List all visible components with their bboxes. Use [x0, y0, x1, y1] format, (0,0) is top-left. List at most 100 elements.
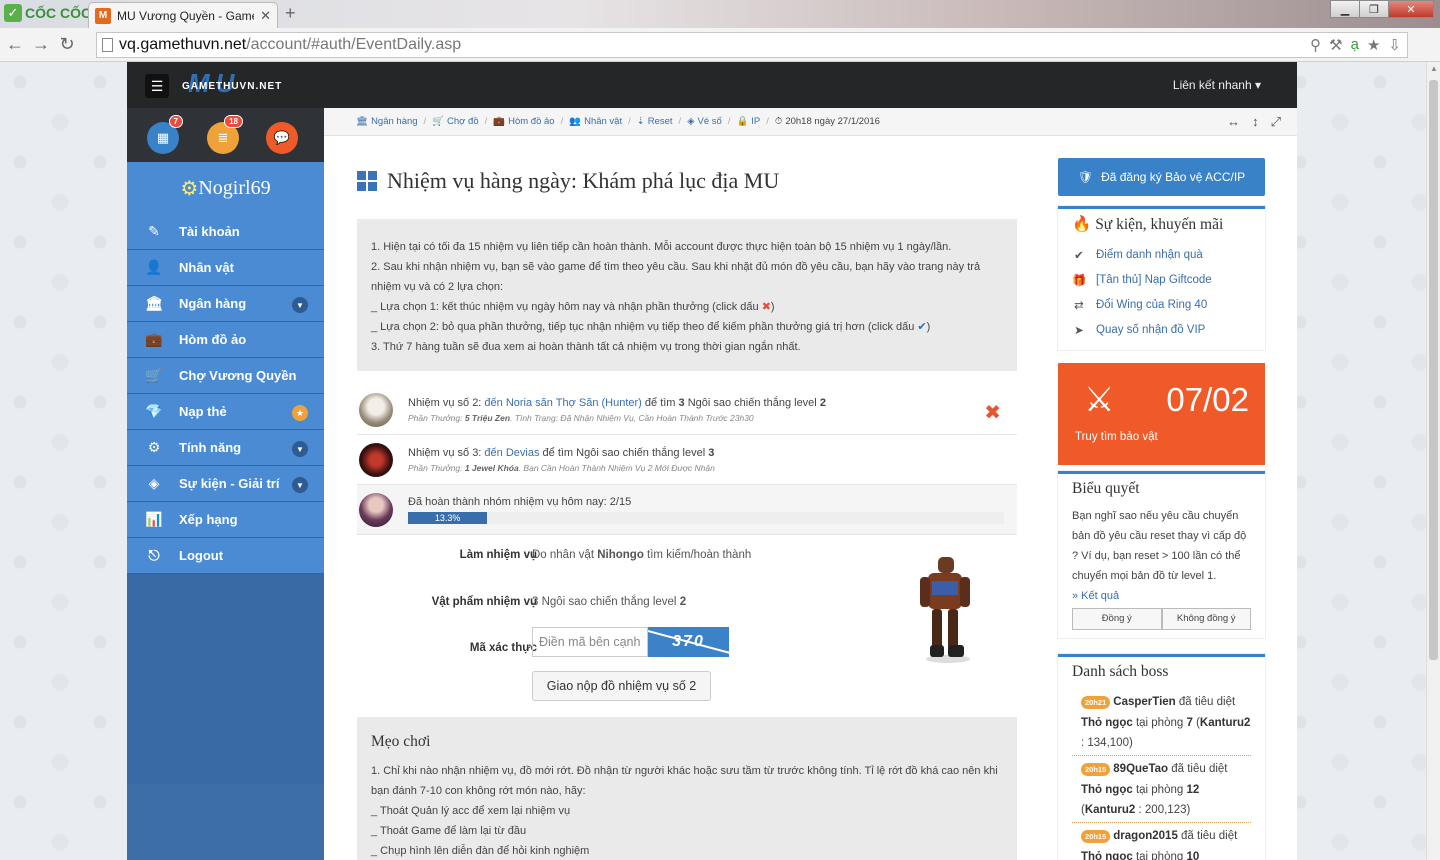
back-icon[interactable]: ← — [4, 34, 26, 55]
gift-icon: 🎁 — [1072, 274, 1087, 287]
sidebar-item-virtual-chest[interactable]: 💼 Hòm đồ ảo — [127, 322, 324, 358]
minimize-icon[interactable]: ▁ — [1330, 0, 1360, 18]
extension-icon[interactable]: ạ — [1351, 36, 1359, 54]
sidebar-item-character[interactable]: 👤 Nhân vật — [127, 250, 324, 286]
crumb-time: ⏱ 20h18 ngày 27/1/2016 — [775, 116, 880, 127]
quest-level: 2 — [819, 396, 826, 409]
event-link[interactable]: 🎁 [Tân thủ] Nạp Giftcode — [1072, 267, 1251, 292]
boss-map: Kanturu2 — [1084, 804, 1136, 816]
address-bar: ← → ↻ vq.gamethuvn.net/account/#auth/Eve… — [0, 28, 1440, 83]
event-link[interactable]: ⇄ Đổi Wing của Ring 40 — [1072, 292, 1251, 317]
site-logo[interactable]: MU GAMETHUVN.NET — [182, 68, 288, 100]
chat-icon[interactable]: 💬 — [266, 122, 298, 154]
bookmark-star-icon[interactable]: ★ — [1367, 36, 1380, 54]
chevron-down-icon[interactable]: ▼ — [292, 477, 308, 493]
crumb-lottery[interactable]: ◈ Vé số — [687, 116, 722, 127]
crumb-label: Reset — [647, 116, 673, 127]
page-scrollbar[interactable]: ▲ — [1426, 62, 1440, 860]
reward-value: 1 Jewel Khóa — [464, 462, 519, 473]
fullscreen-icon[interactable]: ⤢ — [1271, 114, 1281, 130]
reward-value: 5 Triệu Zen — [464, 412, 511, 423]
tab-close-icon[interactable]: ✕ — [260, 8, 271, 24]
crumb-reset[interactable]: ⇣ Reset — [637, 116, 673, 127]
star-icon: ★ — [292, 405, 308, 421]
download-icon[interactable]: ⇩ — [1388, 36, 1401, 54]
expand-vertical-icon[interactable]: ↕ — [1252, 114, 1259, 130]
tool-icon[interactable]: ⚒ — [1329, 36, 1342, 54]
calendar-icon[interactable]: ▦ 7 — [147, 115, 183, 154]
scroll-up-icon[interactable]: ▲ — [1430, 64, 1438, 73]
character-figure — [920, 557, 970, 663]
sidebar: ▦ 7 ≣ 18 💬 ⚙ Nogirl69 ✎ Tài khoản 👤 Nhân vật … — [127, 108, 324, 860]
browser-brand: CỐC CỐC — [25, 5, 92, 21]
sidebar-item-label: Chợ Vương Quyền — [179, 368, 297, 383]
poll-yes-button[interactable]: Đồng ý — [1072, 608, 1162, 630]
quest-location-link[interactable]: đến Devias — [484, 447, 539, 459]
windows-icon — [357, 171, 377, 191]
event-icon: ◈ — [148, 475, 160, 491]
treasure-hunt-banner[interactable]: ⚔ 07/02 Truy tìm bảo vật — [1058, 363, 1265, 465]
browser-logo[interactable]: ✓ CỐC CỐC — [4, 3, 91, 23]
sidebar-item-label: Logout — [179, 548, 224, 563]
forward-icon[interactable]: → — [30, 34, 52, 55]
quest-location-link[interactable]: đến Noria săn Thợ Săn (Hunter) — [484, 397, 641, 409]
boss-entry: 20h15 89QueTao đã tiêu diệt Thỏ ngọc tại … — [1072, 756, 1251, 823]
new-tab-icon[interactable]: + — [285, 4, 301, 22]
hamburger-icon[interactable]: ☰ — [145, 74, 169, 98]
sidebar-item-bank[interactable]: 🏛 Ngân hàng ▼ — [127, 286, 324, 322]
quest-text: Nhiệm vụ số 3: đến Devias để tìm Ngôi sa… — [408, 447, 715, 459]
close-window-icon[interactable]: ✕ — [1388, 0, 1434, 18]
cancel-quest-icon[interactable]: ✖ — [984, 400, 1001, 425]
crumb-character[interactable]: 👥 Nhân vật — [569, 116, 622, 127]
username[interactable]: ⚙ Nogirl69 — [127, 162, 324, 214]
sidebar-item-logout[interactable]: ⎋ Logout — [127, 538, 324, 574]
sidebar-item-ranking[interactable]: 📊 Xếp hạng — [127, 502, 324, 538]
quick-link-dropdown[interactable]: Liên kết nhanh ▾ — [1173, 78, 1261, 92]
crumb-market[interactable]: 🛒 Chợ đồ — [432, 116, 478, 127]
crumb-chest[interactable]: 💼 Hòm đồ ảo — [493, 116, 554, 127]
user-icon: 👤 — [145, 259, 163, 275]
restore-icon[interactable]: ❐ — [1359, 0, 1389, 18]
list-icon[interactable]: ≣ 18 — [207, 115, 243, 154]
poll-no-button[interactable]: Không đồng ý — [1161, 608, 1251, 630]
zoom-icon[interactable]: ⚲ — [1310, 36, 1321, 54]
quest-list: Nhiệm vụ số 2: đến Noria săn Thợ Săn (Hu… — [357, 385, 1017, 535]
event-link[interactable]: ➤ Quay số nhận đồ VIP — [1072, 317, 1251, 342]
breadcrumb: 🏛 Ngân hàng / 🛒 Chợ đồ / 💼 Hòm đồ ảo / 👥 Nhân v… — [324, 108, 1297, 136]
coccoc-icon: ✓ — [4, 4, 22, 22]
poll-result-link[interactable]: » Kết quả — [1072, 586, 1251, 606]
time-tag: 20h21 — [1081, 696, 1111, 709]
sidebar-item-account[interactable]: ✎ Tài khoản — [127, 214, 324, 250]
crumb-ip[interactable]: 🔒 IP — [736, 116, 760, 127]
url-field[interactable]: vq.gamethuvn.net/account/#auth/EventDail… — [96, 32, 1408, 58]
page-title-text: Nhiệm vụ hàng ngày: Khám phá lục địa MU — [387, 168, 780, 193]
progress-fill: 13.3% — [408, 511, 488, 524]
sidebar-item-label: Xếp hạng — [179, 512, 238, 527]
chevron-down-icon[interactable]: ▼ — [292, 441, 308, 457]
sidebar-item-topup[interactable]: 💎 Nạp thẻ ★ — [127, 394, 324, 430]
browser-tab[interactable]: M MU Vương Quyền - Game ✕ — [88, 2, 278, 28]
event-link[interactable]: ✔ Điểm danh nhận quà — [1072, 242, 1251, 267]
quest-status: . Tình Trạng: Đã Nhận Nhiệm Vụ, Cần Hoàn… — [510, 412, 754, 423]
chevron-down-icon[interactable]: ▼ — [292, 297, 308, 313]
quest-avatar — [359, 442, 393, 477]
shield-user-icon: 🛡 — [1077, 170, 1094, 184]
sidebar-item-events[interactable]: ◈ Sự kiện - Giải trí ▼ — [127, 466, 324, 502]
sidebar-item-features[interactable]: ⚙ Tính năng ▼ — [127, 430, 324, 466]
main-content: Nhiệm vụ hàng ngày: Khám phá lục địa MU … — [343, 158, 1031, 860]
rules-box: 1. Hiện tại có tối đa 15 nhiệm vụ liên t… — [357, 219, 1017, 371]
boss-killed: đã tiêu diệt — [1175, 696, 1236, 708]
protection-button[interactable]: 🛡 Đã đăng ký Bảo vệ ACC/IP — [1058, 158, 1265, 196]
exchange-icon: ⇄ — [1074, 299, 1084, 312]
crumb-bank[interactable]: 🏛 Ngân hàng — [356, 116, 418, 127]
cross-icon: ✖ — [761, 301, 771, 313]
scrollbar-thumb[interactable] — [1429, 80, 1438, 660]
poll-buttons: Đồng ý Không đồng ý — [1072, 608, 1251, 630]
fire-icon: 🔥 — [1072, 216, 1092, 233]
expand-horizontal-icon[interactable]: ↔ — [1227, 114, 1240, 130]
captcha-input[interactable]: Điền mã bên cạnh — [532, 627, 648, 657]
reload-icon[interactable]: ↻ — [56, 34, 78, 55]
quest-status: . Bạn Cần Hoàn Thành Nhiệm Vụ 2 Mới Được… — [518, 462, 715, 473]
submit-quest-button[interactable]: Giao nộp đồ nhiệm vụ số 2 — [532, 671, 711, 701]
sidebar-item-market[interactable]: 🛒 Chợ Vương Quyền — [127, 358, 324, 394]
